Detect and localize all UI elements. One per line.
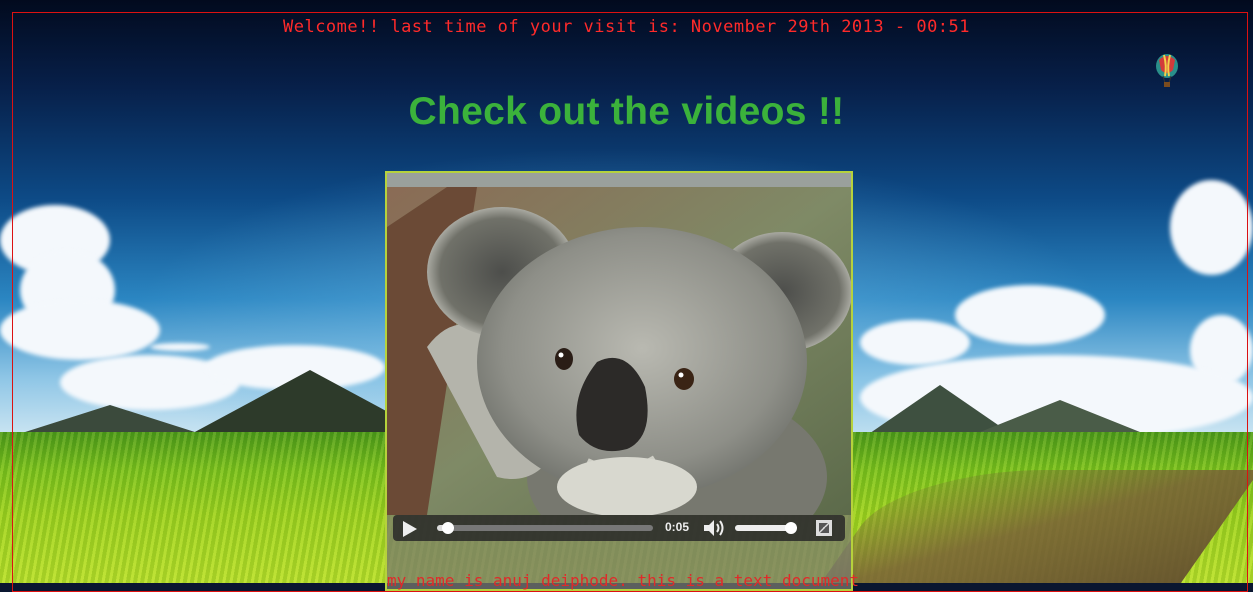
seek-bar[interactable] xyxy=(437,522,653,534)
volume-slider-fill xyxy=(735,525,791,531)
video-frame[interactable] xyxy=(387,187,851,515)
cloud xyxy=(860,320,970,365)
volume-handle[interactable] xyxy=(784,522,797,534)
fullscreen-icon[interactable] xyxy=(816,520,832,536)
hot-air-balloon-icon xyxy=(1156,54,1178,87)
koala-video-poster xyxy=(387,187,851,515)
cloud xyxy=(150,343,210,351)
video-top-bar xyxy=(387,173,851,187)
seek-handle[interactable] xyxy=(441,522,454,534)
cloud xyxy=(955,285,1105,345)
volume-icon[interactable] xyxy=(702,519,726,537)
cloud xyxy=(1170,180,1253,275)
video-player[interactable]: 0:05 my name is anuj deiphode. this is a… xyxy=(385,171,860,591)
video-controls: 0:05 xyxy=(393,515,845,541)
cloud xyxy=(0,300,160,360)
video-caption: my name is anuj deiphode. this is a text… xyxy=(387,571,860,590)
page-title: Check out the videos !! xyxy=(408,90,845,133)
play-icon[interactable] xyxy=(403,521,417,537)
volume-slider[interactable] xyxy=(735,522,797,534)
current-time: 0:05 xyxy=(665,520,690,534)
last-visit-message: Welcome!! last time of your visit is: No… xyxy=(282,17,971,37)
